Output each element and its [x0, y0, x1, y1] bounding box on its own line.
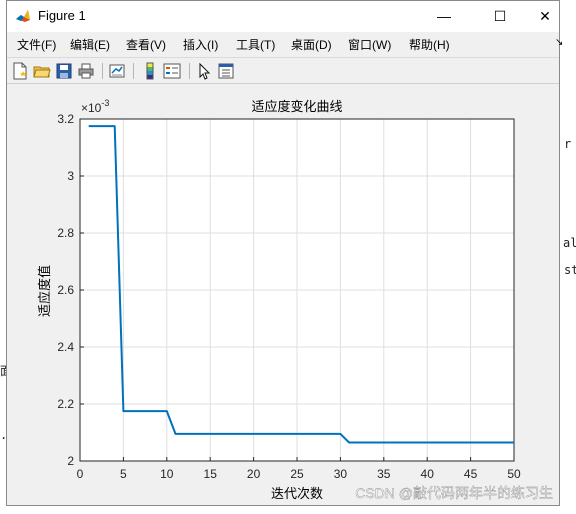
menu-file[interactable]: 文件(F) — [17, 36, 56, 53]
y-tick-label: 3.2 — [57, 112, 74, 126]
figure-window: Figure 1 — ☐ ✕ 文件(F) 编辑(E) 查看(V) 插入(I) 工… — [6, 0, 563, 506]
y-tick-label: 2 — [67, 454, 74, 468]
matlab-logo-icon — [15, 8, 31, 24]
x-tick-label: 20 — [247, 467, 261, 481]
menu-insert[interactable]: 插入(I) — [183, 36, 218, 53]
menu-desktop[interactable]: 桌面(D) — [291, 36, 332, 53]
x-tick-label: 50 — [507, 467, 521, 481]
open-file-icon[interactable] — [33, 62, 51, 80]
maximize-button[interactable]: ☐ — [477, 1, 523, 32]
close-button[interactable]: ✕ — [522, 1, 568, 32]
x-tick-label: 10 — [160, 467, 174, 481]
figure-canvas: 0 5 10 15 20 25 30 35 40 45 50 2 2.2 2.4 2.6 2.8 3 3.2 适… — [7, 85, 559, 505]
background-editor-bottom — [0, 506, 576, 514]
minimize-button[interactable]: — — [421, 1, 467, 32]
new-figure-icon[interactable] — [11, 62, 29, 80]
toolbar-separator — [102, 63, 103, 79]
y-tick-label: 3 — [67, 169, 74, 183]
y-tick-label: 2.2 — [57, 397, 74, 411]
link-plot-icon[interactable] — [108, 62, 126, 80]
x-tick-label: 30 — [334, 467, 348, 481]
y-tick-labels: 2 2.2 2.4 2.6 2.8 3 3.2 — [57, 112, 74, 468]
background-text-fragment: r — [564, 137, 572, 151]
watermark: CSDN @敲代码两年半的练习生 — [355, 485, 553, 501]
figure-toolbar — [7, 57, 559, 84]
toolbar-separator — [133, 63, 134, 79]
menu-edit[interactable]: 编辑(E) — [70, 36, 110, 53]
chart-title: 适应度变化曲线 — [251, 99, 342, 114]
menu-bar: 文件(F) 编辑(E) 查看(V) 插入(I) 工具(T) 桌面(D) 窗口(W… — [7, 32, 559, 56]
menu-overflow-icon[interactable]: ↘ — [555, 37, 563, 48]
y-axis-label: 适应度值 — [37, 265, 52, 317]
print-icon[interactable] — [77, 62, 95, 80]
x-tick-label: 5 — [120, 467, 127, 481]
x-tick-label: 15 — [204, 467, 218, 481]
background-text-fragment: al — [563, 236, 576, 250]
save-icon[interactable] — [55, 62, 73, 80]
menu-tools[interactable]: 工具(T) — [236, 36, 275, 53]
colorbar-icon[interactable] — [141, 62, 159, 80]
x-tick-label: 0 — [77, 467, 84, 481]
background-editor-right — [560, 0, 576, 514]
x-tick-label: 45 — [464, 467, 478, 481]
x-tick-labels: 0 5 10 15 20 25 30 35 40 45 50 — [77, 467, 521, 481]
line-chart[interactable]: 0 5 10 15 20 25 30 35 40 45 50 2 2.2 2.4 2.6 2.8 3 3.2 适… — [7, 85, 559, 505]
toolbar-separator — [189, 63, 190, 79]
legend-icon[interactable] — [163, 62, 181, 80]
x-axis-label: 迭代次数 — [271, 486, 323, 501]
background-text-fragment: st — [564, 263, 576, 277]
x-tick-label: 35 — [377, 467, 391, 481]
menu-help[interactable]: 帮助(H) — [409, 36, 450, 53]
title-bar[interactable]: Figure 1 — ☐ ✕ — [7, 1, 559, 32]
y-exponent-label: ×10-3 — [81, 98, 109, 115]
x-tick-label: 40 — [421, 467, 435, 481]
property-inspector-icon[interactable] — [217, 62, 235, 80]
pointer-icon[interactable] — [195, 62, 213, 80]
menu-view[interactable]: 查看(V) — [126, 36, 166, 53]
y-tick-label: 2.4 — [57, 340, 74, 354]
y-tick-label: 2.6 — [57, 283, 74, 297]
window-title: Figure 1 — [38, 8, 86, 23]
y-tick-label: 2.8 — [57, 226, 74, 240]
x-tick-label: 25 — [290, 467, 304, 481]
menu-window[interactable]: 窗口(W) — [348, 36, 391, 53]
